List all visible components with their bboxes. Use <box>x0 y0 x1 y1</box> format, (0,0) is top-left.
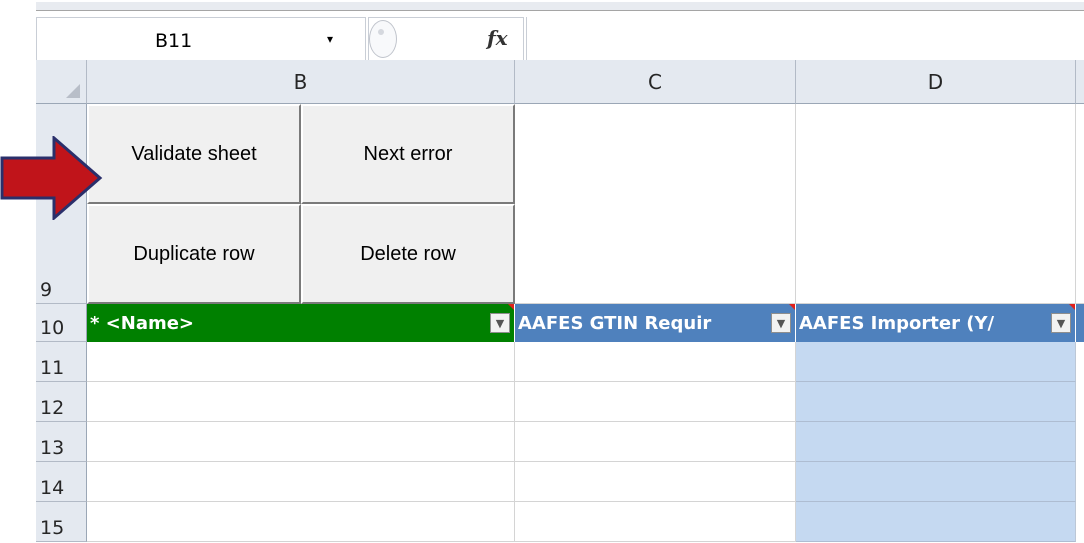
cell-c11[interactable] <box>515 342 796 382</box>
comment-indicator <box>508 304 514 310</box>
header-name-label: * <Name> <box>90 312 195 334</box>
cell-reference[interactable]: B11 <box>155 30 192 52</box>
row-header-13[interactable]: 13 <box>36 422 87 462</box>
formula-splitter-handle[interactable] <box>369 20 397 58</box>
macro-button-panel: Validate sheet Next error Duplicate row … <box>87 104 515 304</box>
cell-c13[interactable] <box>515 422 796 462</box>
duplicate-row-button[interactable]: Duplicate row <box>87 204 301 304</box>
cell-d13[interactable] <box>796 422 1076 462</box>
cell-c12[interactable] <box>515 382 796 422</box>
select-all-corner[interactable] <box>36 60 87 104</box>
formula-controls: fx <box>368 17 524 61</box>
header-aafes-gtin-label: AAFES GTIN Requir <box>518 312 712 334</box>
row-header-14[interactable]: 14 <box>36 462 87 502</box>
fx-icon[interactable]: fx <box>487 26 508 50</box>
row-header-10[interactable]: 10 <box>36 304 87 342</box>
cell-d12[interactable] <box>796 382 1076 422</box>
header-aafes-importer-label: AAFES Importer (Y/ <box>799 312 995 334</box>
filter-icon[interactable]: ▼ <box>771 313 791 333</box>
filter-icon[interactable]: ▼ <box>490 313 510 333</box>
cell-c9[interactable] <box>515 104 796 304</box>
header-name[interactable]: * <Name> ▼ <box>87 304 515 342</box>
ribbon-edge <box>36 2 1084 10</box>
arrow-icon <box>0 136 103 220</box>
header-aafes-importer[interactable]: AAFES Importer (Y/ ▼ <box>796 304 1076 342</box>
cell-c14[interactable] <box>515 462 796 502</box>
comment-indicator <box>1069 304 1075 310</box>
row-header-15[interactable]: 15 <box>36 502 87 542</box>
cell-d15[interactable] <box>796 502 1076 542</box>
formula-bar: B11 ▾ fx <box>36 10 1084 61</box>
cell-b11[interactable] <box>87 342 515 382</box>
cell-b14[interactable] <box>87 462 515 502</box>
column-header-c[interactable]: C <box>515 60 796 104</box>
cell-b12[interactable] <box>87 382 515 422</box>
cell-d9[interactable] <box>796 104 1076 304</box>
row-header-12[interactable]: 12 <box>36 382 87 422</box>
spreadsheet-grid: B C D 9 Validate sheet Next error Duplic… <box>36 60 1084 543</box>
row-header-11[interactable]: 11 <box>36 342 87 382</box>
name-box[interactable]: B11 ▾ <box>36 17 366 61</box>
header-next-column[interactable] <box>1076 304 1084 342</box>
delete-row-button[interactable]: Delete row <box>301 204 515 304</box>
cell-b13[interactable] <box>87 422 515 462</box>
filter-icon[interactable]: ▼ <box>1051 313 1071 333</box>
column-header-d[interactable]: D <box>796 60 1076 104</box>
column-header-e[interactable] <box>1076 60 1084 104</box>
cell-e9[interactable] <box>1076 104 1084 304</box>
cell-c15[interactable] <box>515 502 796 542</box>
select-all-icon <box>66 84 80 98</box>
header-aafes-gtin[interactable]: AAFES GTIN Requir ▼ <box>515 304 796 342</box>
cell-d11[interactable] <box>796 342 1076 382</box>
dropdown-icon[interactable]: ▾ <box>327 32 333 46</box>
column-header-b[interactable]: B <box>87 60 515 104</box>
cell-b15[interactable] <box>87 502 515 542</box>
next-error-button[interactable]: Next error <box>301 104 515 204</box>
cell-d14[interactable] <box>796 462 1076 502</box>
validate-sheet-button[interactable]: Validate sheet <box>87 104 301 204</box>
comment-indicator <box>789 304 795 310</box>
formula-input[interactable] <box>526 17 1084 61</box>
